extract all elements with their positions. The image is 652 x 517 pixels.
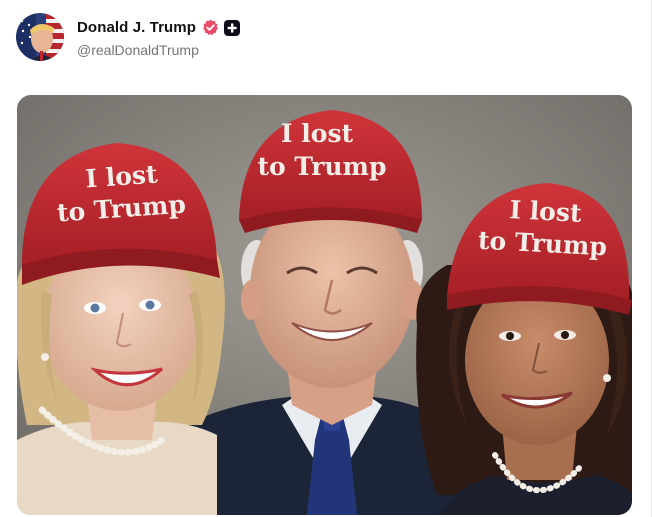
author-display-name[interactable]: Donald J. Trump [77,19,196,36]
post-image[interactable]: I lost to Trump I lost to Trump I lost t… [17,95,632,515]
cap-text-center-line1: I lost [281,119,354,148]
profile-avatar[interactable] [16,13,64,61]
cap-text-left-line1: I lost [84,160,158,194]
name-row: Donald J. Trump [77,17,241,39]
author-names: Donald J. Trump @realDonaldTrump [77,17,241,58]
post-card: Donald J. Trump @realDonaldTrump I lost … [0,0,652,517]
cap-text-center-line2: to Trump [258,152,387,181]
author-handle[interactable]: @realDonaldTrump [77,42,240,58]
verified-badge-icon [202,19,219,36]
post-header: Donald J. Trump @realDonaldTrump [16,12,241,62]
plus-badge-icon [224,19,241,36]
cap-text-right-line1: I lost [509,195,583,228]
